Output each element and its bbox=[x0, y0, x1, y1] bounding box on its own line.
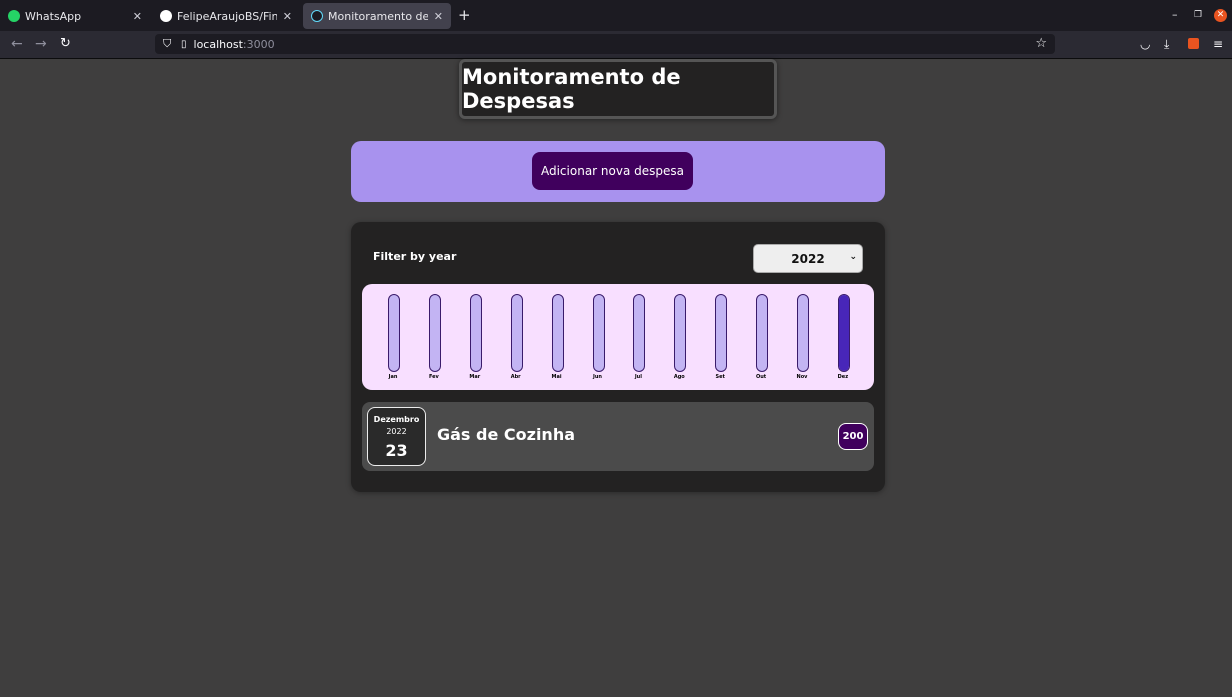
bookmark-star-icon[interactable]: ☆ bbox=[1035, 36, 1047, 51]
back-icon[interactable]: ← bbox=[11, 36, 23, 52]
add-expense-button[interactable]: Adicionar nova despesa bbox=[532, 152, 693, 190]
chart-bar-fev: Fev bbox=[428, 294, 441, 380]
expenses-card: Filter by year 2022 ⌄ Jan Fev Mar Abr Mai Jun… bbox=[351, 222, 885, 492]
chart-bar-track bbox=[469, 294, 482, 372]
chart-bar-label: Dez bbox=[837, 374, 849, 380]
chart-bar-fill bbox=[838, 295, 849, 371]
tab-title: WhatsApp bbox=[25, 9, 82, 23]
chart-bar-mar: Mar bbox=[469, 294, 482, 380]
expense-month: Dezembro bbox=[373, 415, 420, 424]
download-icon[interactable]: ⤓ bbox=[1164, 37, 1169, 52]
chart-bar-label: Mar bbox=[469, 374, 481, 380]
page-icon: ▯ bbox=[181, 38, 187, 50]
chart-bar-track bbox=[592, 294, 605, 372]
tab-whatsapp[interactable]: WhatsApp ✕ bbox=[0, 3, 150, 29]
new-tab-button[interactable]: + bbox=[458, 6, 471, 24]
page-title: Monitoramento de Despesas bbox=[459, 59, 777, 119]
chart-bar-label: Jan bbox=[388, 374, 398, 380]
chart-bar-track bbox=[428, 294, 441, 372]
close-icon[interactable]: ✕ bbox=[283, 10, 292, 23]
chart-bar-jan: Jan bbox=[388, 294, 400, 380]
chart-bar-track bbox=[388, 294, 400, 372]
filter-label: Filter by year bbox=[373, 250, 457, 263]
forward-icon[interactable]: → bbox=[35, 36, 47, 52]
chart-bar-track bbox=[510, 294, 523, 372]
close-icon[interactable]: ✕ bbox=[434, 10, 443, 23]
extension-icon[interactable] bbox=[1188, 38, 1199, 49]
chevron-down-icon: ⌄ bbox=[849, 252, 857, 262]
chart-bar-label: Fev bbox=[428, 374, 439, 380]
chart-bar-track bbox=[715, 294, 728, 372]
chart-bar-label: Ago bbox=[673, 374, 685, 380]
chart-bar-label: Set bbox=[715, 374, 725, 380]
github-icon bbox=[160, 10, 172, 22]
chart-bar-track bbox=[756, 294, 769, 372]
new-expense-panel: Adicionar nova despesa bbox=[351, 141, 885, 202]
chart-bar-label: Jun bbox=[593, 374, 602, 380]
chart-bar-track bbox=[551, 294, 564, 372]
chart-bar-track bbox=[633, 294, 646, 372]
browser-tab-bar: WhatsApp ✕ FelipeAraujoBS/Finances ✕ Mon… bbox=[0, 0, 1232, 31]
chart-bar-track bbox=[797, 294, 809, 372]
chart-bar-track bbox=[674, 294, 687, 372]
chart-bar-dez: Dez bbox=[837, 294, 850, 380]
tab-title: FelipeAraujoBS/Finances bbox=[177, 9, 277, 23]
chart-bar-ago: Ago bbox=[674, 294, 687, 380]
tab-title: Monitoramento de Despe bbox=[328, 9, 428, 23]
browser-nav-bar: ← → ↻ ⛉ ▯ localhost:3000 ☆ ◡ ⤓ ≡ bbox=[0, 31, 1232, 59]
chart-bar-label: Out bbox=[755, 374, 767, 380]
expenses-chart: Jan Fev Mar Abr Mai Jun Jul Ago Set Out Nov Dez bbox=[362, 284, 874, 390]
pocket-icon[interactable]: ◡ bbox=[1140, 37, 1150, 51]
expense-day: 23 bbox=[385, 441, 408, 460]
whatsapp-icon bbox=[8, 10, 20, 22]
chart-bar-jul: Jul bbox=[633, 294, 646, 380]
close-icon[interactable]: ✕ bbox=[133, 10, 142, 23]
expense-item: Dezembro 2022 23 Gás de Cozinha 200 bbox=[362, 402, 874, 471]
chart-bar-out: Out bbox=[756, 294, 769, 380]
expense-amount: 200 bbox=[838, 423, 868, 450]
menu-icon[interactable]: ≡ bbox=[1213, 37, 1223, 51]
react-icon bbox=[311, 10, 323, 22]
expense-date: Dezembro 2022 23 bbox=[367, 407, 426, 466]
selected-year: 2022 bbox=[791, 251, 825, 266]
tab-monitoramento[interactable]: Monitoramento de Despe ✕ bbox=[303, 3, 451, 29]
url-host: localhost bbox=[193, 37, 243, 51]
shield-icon[interactable]: ⛉ bbox=[163, 37, 175, 51]
minimize-icon[interactable]: – bbox=[1172, 8, 1178, 21]
url-bar[interactable]: ⛉ ▯ localhost:3000 ☆ bbox=[155, 34, 1055, 54]
chart-bar-label: Mai bbox=[551, 374, 562, 380]
chart-bar-mai: Mai bbox=[551, 294, 564, 380]
reload-icon[interactable]: ↻ bbox=[60, 36, 71, 51]
url-port: :3000 bbox=[242, 37, 275, 51]
chart-bar-label: Nov bbox=[796, 374, 808, 380]
chart-bar-label: Abr bbox=[510, 374, 521, 380]
year-select[interactable]: 2022 ⌄ bbox=[753, 244, 863, 273]
chart-bar-jun: Jun bbox=[592, 294, 605, 380]
window-close-icon[interactable]: ✕ bbox=[1214, 9, 1227, 22]
chart-bar-label: Jul bbox=[634, 374, 642, 380]
restore-icon[interactable]: ❐ bbox=[1194, 10, 1202, 20]
expense-title: Gás de Cozinha bbox=[437, 425, 576, 444]
chart-bar-track bbox=[837, 294, 850, 372]
chart-bar-set: Set bbox=[715, 294, 728, 380]
tab-github[interactable]: FelipeAraujoBS/Finances ✕ bbox=[152, 3, 300, 29]
expense-year: 2022 bbox=[386, 427, 407, 436]
chart-bar-abr: Abr bbox=[510, 294, 523, 380]
chart-bar-nov: Nov bbox=[797, 294, 809, 380]
